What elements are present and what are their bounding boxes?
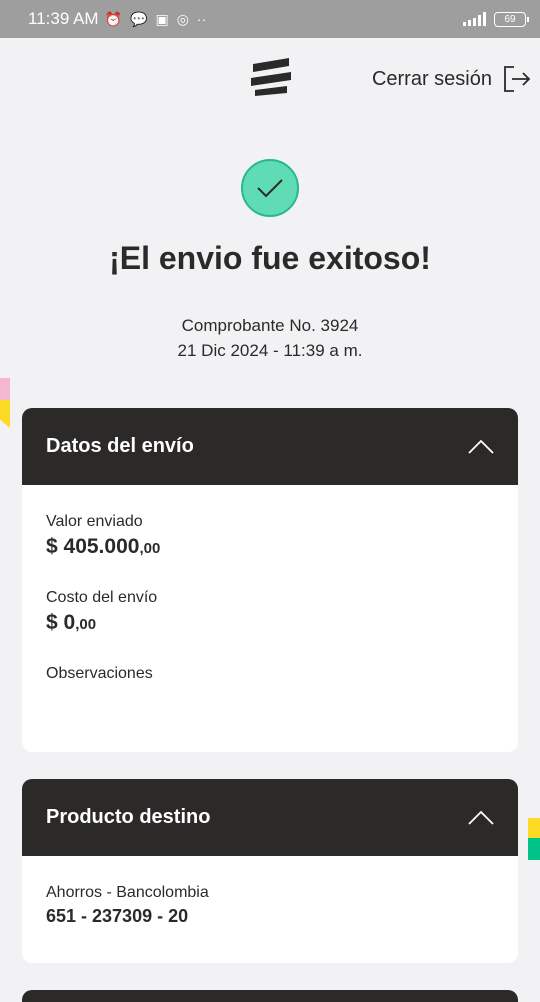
checkmark-icon bbox=[257, 179, 283, 198]
battery-level: 69 bbox=[504, 13, 516, 25]
status-time: 11:39 AM bbox=[28, 9, 99, 28]
receipt-datetime: 21 Dic 2024 - 11:39 a m. bbox=[177, 341, 363, 360]
shipping-cost-label: Costo del envío bbox=[46, 589, 158, 606]
receipt-info: Comprobante No. 3924 21 Dic 2024 - 11:39… bbox=[0, 313, 540, 363]
account-number: 651 - 237309 - 20 bbox=[46, 906, 189, 926]
battery-icon: 69 bbox=[494, 11, 529, 27]
chat-icon: 💬 bbox=[130, 11, 148, 27]
shipment-details-title: Datos del envío bbox=[46, 435, 194, 457]
shipping-cost-main: $ 0 bbox=[46, 611, 76, 634]
mi-icon: ◎ bbox=[176, 11, 189, 27]
logout-button[interactable]: Cerrar sesión bbox=[372, 64, 532, 94]
next-section-card[interactable] bbox=[22, 990, 518, 1002]
receipt-number: Comprobante No. 3924 bbox=[181, 316, 359, 335]
chevron-up-icon[interactable] bbox=[468, 810, 494, 826]
shipping-cost-cents: ,00 bbox=[75, 616, 97, 633]
decoration-yellow-right bbox=[528, 818, 540, 838]
decoration-pink bbox=[0, 378, 10, 400]
decoration-green-right bbox=[528, 838, 540, 860]
app-header: Cerrar sesión bbox=[0, 38, 540, 118]
logout-label: Cerrar sesión bbox=[371, 67, 492, 90]
decoration-yellow bbox=[0, 400, 10, 428]
notification-icons: ⏰ 💬 ▣ ◎ ·· bbox=[105, 12, 207, 26]
more-dots-icon: ·· bbox=[196, 11, 207, 27]
destination-product-header[interactable]: Producto destino bbox=[22, 779, 518, 856]
status-bar: 11:39 AM ⏰ 💬 ▣ ◎ ·· 69 bbox=[0, 0, 540, 38]
sent-value-cents: ,00 bbox=[139, 540, 161, 557]
alarm-icon: ⏰ bbox=[104, 11, 123, 27]
sent-value-main: $ 405.000 bbox=[46, 535, 140, 558]
sent-value-amount: $ 405.000,00 bbox=[46, 535, 494, 559]
logout-icon bbox=[504, 66, 531, 92]
app-icon: ▣ bbox=[155, 11, 169, 27]
shipping-cost-amount: $ 0,00 bbox=[46, 611, 494, 635]
shipment-details-header[interactable]: Datos del envío bbox=[22, 408, 518, 485]
brand-logo-icon bbox=[251, 58, 291, 96]
destination-product-title: Producto destino bbox=[46, 806, 211, 828]
shipment-details-card: Datos del envío Valor enviado $ 405.000,… bbox=[22, 408, 518, 752]
destination-product-card: Producto destino Ahorros - Bancolombia 6… bbox=[22, 779, 518, 963]
success-title: ¡El envio fue exitoso! bbox=[109, 240, 431, 276]
sent-value-label: Valor enviado bbox=[46, 513, 143, 530]
account-type: Ahorros - Bancolombia bbox=[46, 884, 209, 901]
chevron-up-icon[interactable] bbox=[468, 439, 494, 455]
signal-icon bbox=[463, 12, 486, 26]
success-check-icon bbox=[241, 159, 299, 217]
observations-label: Observaciones bbox=[46, 665, 153, 682]
